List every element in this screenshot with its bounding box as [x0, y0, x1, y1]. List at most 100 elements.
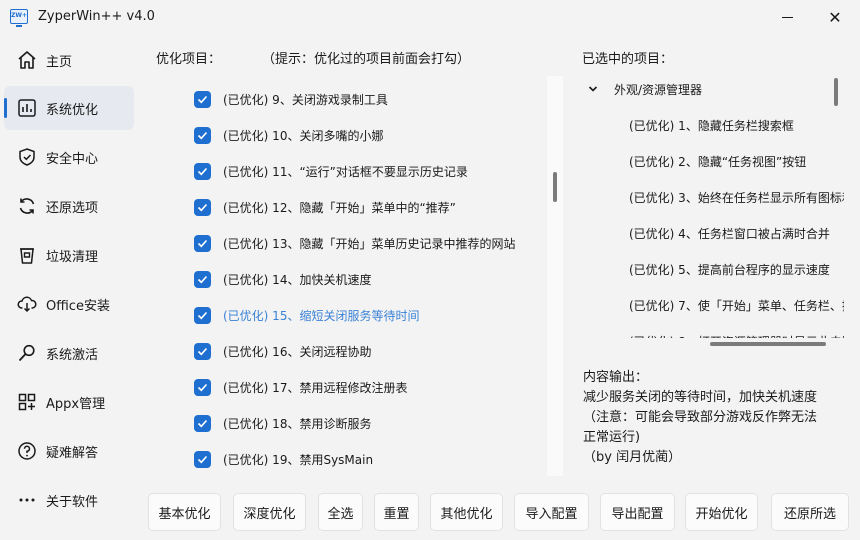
checkbox[interactable] [194, 378, 211, 396]
check-icon [197, 239, 208, 247]
check-icon [197, 95, 208, 103]
list-item-label: (已优化) 9、关闭游戏录制工具 [223, 92, 388, 107]
sidebar-item-activation[interactable]: 系统激活 [4, 331, 134, 375]
optimization-list: (已优化) 9、关闭游戏录制工具 (已优化) 10、关闭多嘴的小娜 (已优化) … [148, 74, 565, 478]
checkbox[interactable] [194, 234, 211, 252]
sidebar-item-appx[interactable]: Appx管理 [4, 380, 134, 424]
list-item-label: (已优化) 14、加快关机速度 [223, 272, 372, 287]
home-icon [16, 49, 38, 71]
list-item[interactable]: (已优化) 18、禁用诊断服务 [194, 411, 371, 435]
help-icon [16, 440, 38, 462]
export-config-button[interactable]: 导出配置 [600, 493, 675, 531]
basic-optimize-button[interactable]: 基本优化 [148, 493, 221, 531]
list-item[interactable]: (已优化) 11、“运行”对话框不要显示历史记录 [194, 159, 468, 183]
checkbox[interactable] [194, 162, 211, 180]
checkbox[interactable] [194, 414, 211, 432]
check-icon [197, 203, 208, 211]
sidebar-nav: 主页 系统优化 安全中心 还原选项 垃圾清理 Office安装 系统激活 App… [0, 36, 140, 540]
shield-icon [16, 146, 38, 168]
sidebar-item-label: 关于软件 [46, 494, 99, 510]
tree-item[interactable]: (已优化) 3、始终在任务栏显示所有图标和 [629, 189, 844, 206]
tree-item[interactable]: (已优化) 7、使「开始」菜单、任务栏、操 [629, 297, 844, 314]
list-item[interactable]: (已优化) 15、缩短关闭服务等待时间 [194, 303, 419, 327]
sidebar-item-label: 垃圾清理 [46, 249, 99, 265]
tree-vertical-scrollbar-thumb[interactable] [834, 78, 838, 106]
check-icon [197, 311, 208, 319]
checkbox[interactable] [194, 342, 211, 360]
list-item[interactable]: (已优化) 14、加快关机速度 [194, 267, 371, 291]
sidebar-item-label: 疑难解答 [46, 445, 99, 461]
options-scrollbar-thumb[interactable] [553, 172, 557, 202]
checkbox[interactable] [194, 306, 211, 324]
checkbox[interactable] [194, 198, 211, 216]
output-title: 内容输出： [583, 370, 649, 385]
list-item-label: (已优化) 16、关闭远程协助 [223, 344, 372, 359]
sidebar-item-label: 安全中心 [46, 151, 99, 167]
optimize-icon [16, 97, 38, 119]
sidebar-item-cleanup[interactable]: 垃圾清理 [4, 233, 134, 277]
import-config-button[interactable]: 导入配置 [514, 493, 589, 531]
tree-item[interactable]: (已优化) 1、隐藏任务栏搜索框 [629, 117, 794, 134]
tree-horizontal-scrollbar-thumb[interactable] [710, 342, 826, 346]
sidebar-item-help[interactable]: 疑难解答 [4, 429, 134, 473]
sidebar-item-home[interactable]: 主页 [4, 38, 134, 82]
restore-selected-button[interactable]: 还原所选 [771, 493, 849, 531]
more-icon [16, 489, 38, 511]
list-item-label: (已优化) 15、缩短关闭服务等待时间 [223, 308, 420, 323]
other-optimize-button[interactable]: 其他优化 [430, 493, 503, 531]
tree-group[interactable]: 外观/资源管理器 [588, 80, 702, 98]
sidebar-item-optimize[interactable]: 系统优化 [4, 86, 134, 130]
output-line: （by 闰月优蔺） [583, 450, 682, 465]
list-item[interactable]: (已优化) 17、禁用远程修改注册表 [194, 375, 407, 399]
close-button[interactable]: ✕ [818, 4, 852, 30]
sidebar-item-restore[interactable]: 还原选项 [4, 184, 134, 228]
check-icon [197, 383, 208, 391]
list-item[interactable]: (已优化) 19、禁用SysMain [194, 447, 373, 471]
sidebar-item-about[interactable]: 关于软件 [4, 478, 134, 522]
key-icon [16, 342, 38, 364]
chevron-down-icon[interactable] [588, 84, 598, 94]
check-icon [197, 347, 208, 355]
selected-items-header: 已选中的项目： [582, 52, 674, 67]
checkbox[interactable] [194, 450, 211, 468]
select-all-button[interactable]: 全选 [318, 493, 363, 531]
checkbox[interactable] [194, 90, 211, 108]
sidebar-item-security[interactable]: 安全中心 [4, 135, 134, 179]
start-optimize-button[interactable]: 开始优化 [685, 493, 758, 531]
sidebar-item-label: 系统激活 [46, 347, 99, 363]
list-item[interactable]: (已优化) 10、关闭多嘴的小娜 [194, 123, 383, 147]
sidebar-item-label: 主页 [46, 54, 73, 70]
list-item-label: (已优化) 19、禁用SysMain [223, 452, 374, 467]
list-item[interactable]: (已优化) 12、隐藏「开始」菜单中的“推荐” [194, 195, 456, 219]
trash-icon [16, 244, 38, 266]
check-icon [197, 131, 208, 139]
options-header: 优化项目： [156, 52, 222, 67]
tree-item[interactable]: (已优化) 2、隐藏“任务视图”按钮 [629, 153, 806, 170]
tree-item[interactable]: (已优化) 4、任务栏窗口被占满时合并 [629, 225, 830, 242]
options-scrollbar[interactable] [547, 76, 563, 476]
list-item-label: (已优化) 13、隐藏「开始」菜单历史记录中推荐的网站 [223, 236, 516, 251]
sidebar-item-label: 还原选项 [46, 200, 99, 216]
app-logo-icon: ZW+ [10, 9, 28, 27]
reset-button[interactable]: 重置 [374, 493, 419, 531]
list-item[interactable]: (已优化) 16、关闭远程协助 [194, 339, 371, 363]
checkbox[interactable] [194, 270, 211, 288]
tree-item[interactable]: (已优化) 5、提高前台程序的显示速度 [629, 261, 830, 278]
list-item[interactable]: (已优化) 13、隐藏「开始」菜单历史记录中推荐的网站 [194, 231, 515, 255]
minimize-icon [781, 16, 793, 18]
deep-optimize-button[interactable]: 深度优化 [233, 493, 306, 531]
list-item-label: (已优化) 12、隐藏「开始」菜单中的“推荐” [223, 200, 456, 215]
sidebar-item-office[interactable]: Office安装 [4, 282, 134, 326]
list-item-label: (已优化) 17、禁用远程修改注册表 [223, 380, 408, 395]
minimize-button[interactable] [770, 4, 804, 30]
checkbox[interactable] [194, 126, 211, 144]
title-bar: ZW+ ZyperWin++ v4.0 ✕ [0, 0, 860, 36]
output-text: 减少服务关闭的等待时间，加快关机速度 （注意：可能会导致部分游戏反作弊无法 正常… [583, 388, 851, 468]
close-icon: ✕ [828, 7, 842, 27]
selected-items-tree: 外观/资源管理器 (已优化) 1、隐藏任务栏搜索框 (已优化) 2、隐藏“任务视… [578, 74, 844, 350]
apps-icon [16, 391, 38, 413]
list-item-label: (已优化) 18、禁用诊断服务 [223, 416, 372, 431]
options-hint: （提示：优化过的项目前面会打勾） [262, 52, 471, 67]
list-item[interactable]: (已优化) 9、关闭游戏录制工具 [194, 87, 388, 111]
tree-horizontal-scrollbar[interactable] [578, 338, 844, 350]
